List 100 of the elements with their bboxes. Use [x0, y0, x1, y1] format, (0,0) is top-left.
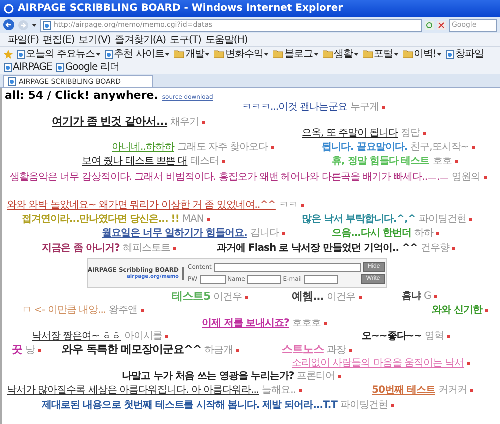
memo-author: 영혁	[425, 331, 444, 342]
caret-icon[interactable]	[32, 24, 37, 26]
memo-author: 커커커	[438, 385, 467, 396]
delete-icon[interactable]	[436, 231, 440, 236]
page-icon	[17, 50, 25, 58]
menu-item[interactable]: 도구(T)	[170, 32, 202, 46]
memo-author: MAN	[182, 214, 204, 226]
favorite-link[interactable]: 이벽!	[402, 48, 442, 60]
star-icon[interactable]	[4, 50, 13, 58]
delete-icon[interactable]	[484, 175, 487, 180]
memo-author: 호호	[432, 156, 452, 168]
email-field[interactable]	[304, 274, 338, 284]
favorite-link[interactable]: 포털	[362, 48, 399, 60]
memo-author: 혜피스토트	[122, 243, 170, 254]
favorite-link[interactable]: 오늘의 주요뉴스	[17, 48, 102, 60]
delete-icon[interactable]	[358, 294, 362, 300]
caret-icon[interactable]	[354, 52, 359, 56]
delete-icon[interactable]	[245, 294, 248, 300]
delete-icon[interactable]	[324, 321, 327, 326]
delete-icon[interactable]	[38, 348, 41, 353]
delete-icon[interactable]	[300, 203, 304, 208]
memo-author: 김니다	[250, 228, 279, 240]
favorite-link[interactable]: Google 리더	[56, 61, 120, 73]
caret-icon[interactable]	[314, 52, 319, 56]
memo-author: 친구,또시작~	[410, 142, 469, 154]
favorite-link[interactable]: 창파일	[446, 48, 484, 60]
folder-icon	[402, 50, 413, 58]
delete-icon[interactable]	[391, 403, 394, 408]
favorite-link[interactable]: AIRPAGE	[4, 61, 52, 73]
memo-text: ㅋㅋㅋ...이것 괜나는군요	[242, 102, 348, 114]
delete-icon[interactable]	[338, 374, 342, 380]
page-icon	[8, 77, 16, 86]
stop-icon[interactable]	[437, 20, 446, 30]
page-icon	[446, 50, 454, 58]
delete-icon[interactable]	[485, 308, 488, 314]
menu-item[interactable]: 파일(F)	[8, 32, 40, 46]
menu-item[interactable]: 도움말(H)	[205, 32, 248, 46]
delete-icon[interactable]	[271, 145, 274, 150]
pw-field[interactable]	[200, 274, 226, 284]
caret-icon[interactable]	[205, 52, 210, 56]
menu-item[interactable]: 보기(V)	[78, 32, 111, 46]
delete-icon[interactable]	[467, 361, 470, 366]
memo-text: 휴, 정말 힘들다 테스트	[332, 156, 430, 168]
delete-icon[interactable]	[165, 334, 168, 340]
delete-icon[interactable]	[282, 231, 285, 236]
content-field[interactable]	[214, 262, 361, 272]
memo-text: 소리없이 사람들의 마음을 움직이는 낙서	[292, 358, 464, 370]
delete-icon[interactable]	[447, 334, 450, 340]
favorite-link[interactable]: 변화수익	[214, 48, 270, 60]
delete-icon[interactable]	[434, 294, 438, 300]
name-field[interactable]	[247, 274, 282, 284]
memo-text: 됩니다. 끝요말이다.	[322, 142, 408, 154]
memo-text: 와와 신기한	[432, 305, 482, 316]
memo-text: 과거에 Flash 로 낙서장 만들었던 기억이.. ^^	[217, 243, 418, 254]
page-icon	[4, 62, 12, 72]
delete-icon[interactable]	[423, 131, 426, 136]
memo-text: ㅁ <- 이만큼 내앙...	[22, 305, 106, 316]
memo-author: 건우향	[420, 243, 450, 254]
favorite-link[interactable]: 추천 사이트	[105, 48, 170, 60]
caret-icon[interactable]	[264, 52, 270, 56]
caret-icon[interactable]	[96, 52, 102, 56]
delete-icon[interactable]	[469, 217, 472, 222]
memo-author: G	[424, 291, 432, 302]
favorite-link[interactable]: 개발	[174, 48, 210, 60]
memo-text: 끗	[12, 344, 22, 357]
caret-icon[interactable]	[394, 52, 399, 56]
delete-icon[interactable]	[452, 246, 456, 252]
delete-icon[interactable]	[470, 388, 473, 394]
memo-text: 으옥, 또 주말이 됩니다	[302, 128, 398, 140]
memo-text: 50번째 테스트	[372, 385, 436, 396]
delete-icon[interactable]	[173, 246, 176, 252]
delete-icon[interactable]	[382, 105, 386, 110]
memo-text: 접겨연이라...만나였다면 당신은... !!	[22, 214, 180, 226]
delete-icon[interactable]	[349, 348, 352, 353]
back-icon[interactable]	[3, 19, 15, 31]
delete-icon[interactable]	[140, 308, 144, 314]
memo-text: 오~~좋다~~	[362, 331, 422, 342]
delete-icon[interactable]	[472, 145, 475, 150]
delete-icon[interactable]	[206, 217, 210, 222]
memo-text: 월요일은 너무 일하기가 힘들어요.	[102, 228, 248, 240]
delete-icon[interactable]	[202, 120, 206, 125]
caret-icon[interactable]	[437, 52, 442, 56]
memo-author: 파이팅건현	[418, 214, 466, 226]
favorite-link[interactable]: 블로그	[273, 48, 319, 60]
memo-text: 보여 줬나 테스트 쁘쁜 대	[82, 156, 188, 168]
memo-author: 낭	[26, 344, 35, 356]
memo-author: 테스터	[190, 156, 220, 168]
refresh-icon[interactable]	[425, 20, 434, 30]
caret-icon[interactable]	[165, 52, 170, 56]
menu-item[interactable]: 즐겨찾기(A)	[114, 32, 166, 46]
memo-author: 프론티어	[297, 371, 336, 382]
delete-icon[interactable]	[298, 388, 302, 394]
memo-count: all: 54 / Click! anywhere.	[5, 89, 158, 102]
memo-author: 늘해요..	[262, 385, 296, 396]
menu-item[interactable]: 편집(E)	[43, 32, 75, 46]
favorite-link[interactable]: 생활	[322, 48, 359, 60]
delete-icon[interactable]	[236, 348, 240, 353]
delete-icon[interactable]	[454, 159, 458, 164]
delete-icon[interactable]	[222, 159, 226, 164]
memo-author: ㅋㅋ	[278, 200, 298, 212]
